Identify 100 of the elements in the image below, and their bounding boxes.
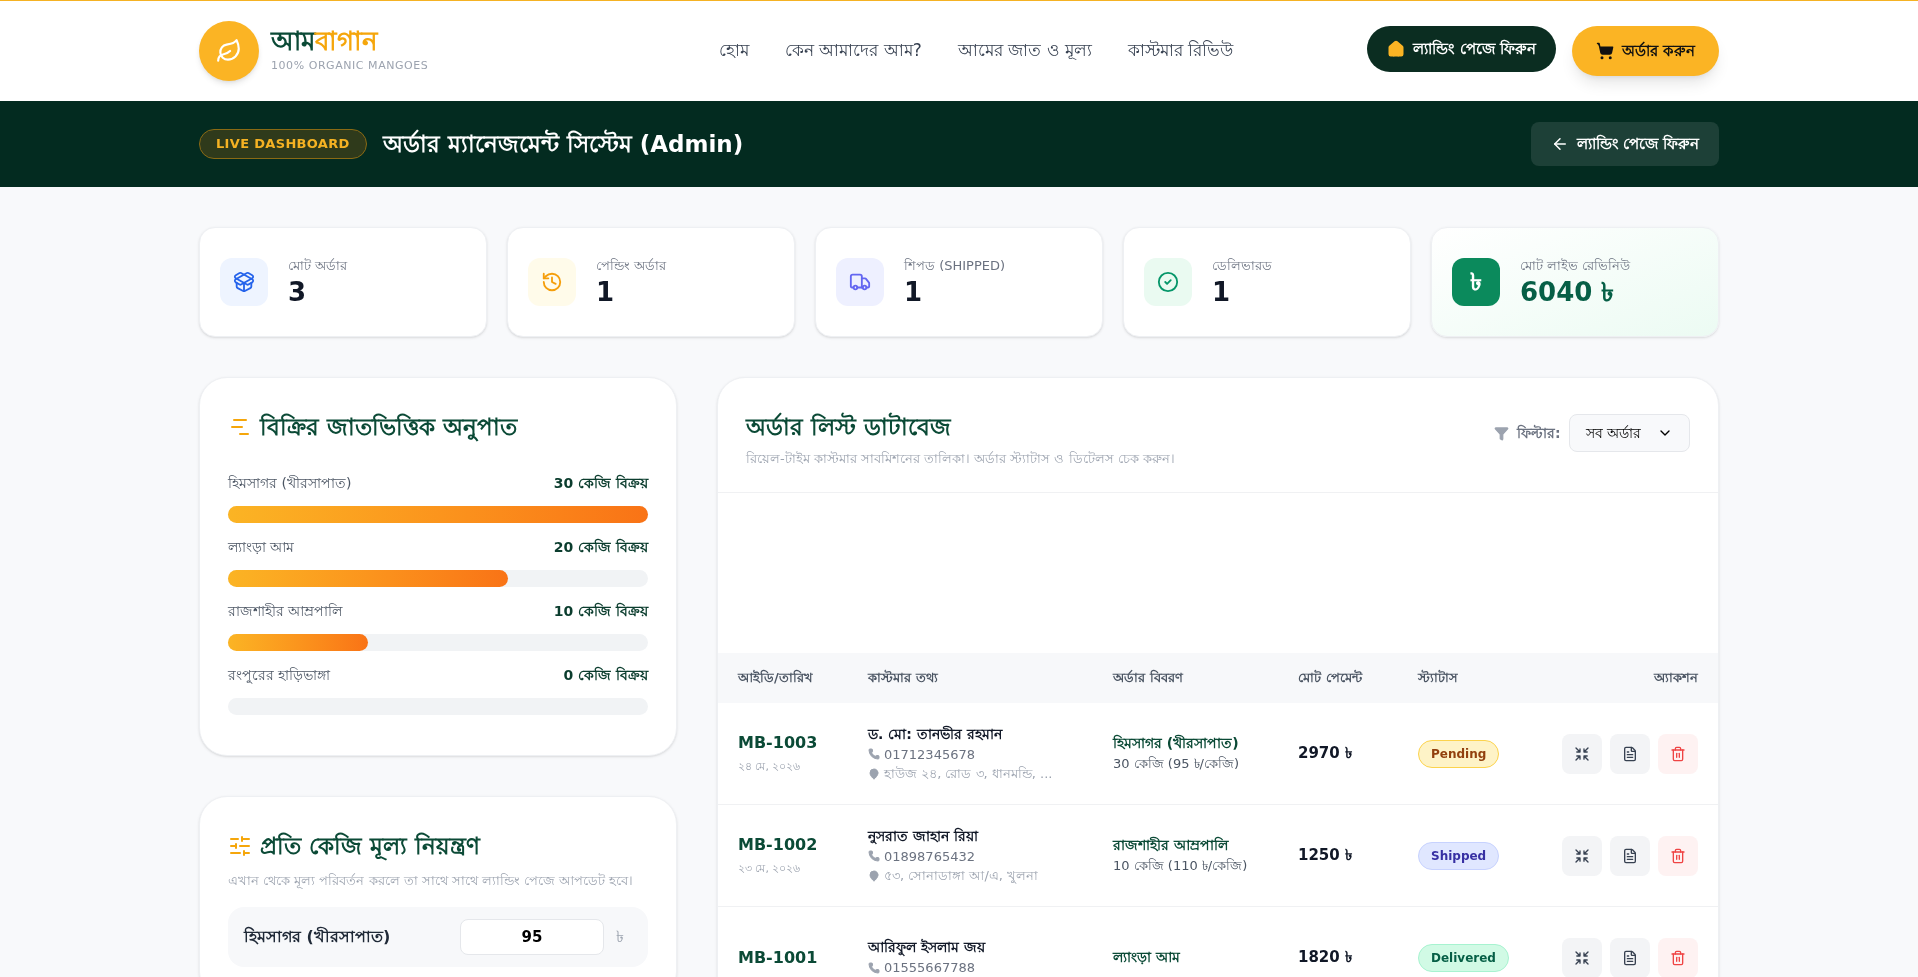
map-pin-icon [868,869,880,882]
filter-label: ফিল্টার: [1516,423,1561,443]
nav-link[interactable]: কেন আমাদের আম? [785,38,922,64]
invoice-button[interactable] [1610,937,1650,977]
back-button[interactable]: ল্যান্ডিং পেজে ফিরুন [1530,122,1719,166]
product-name: ল্যাংড়া আম [1113,948,1182,967]
currency-sign: ৳ [616,925,625,948]
card-description: এখান থেকে মূল্য পরিবর্তন করলে তা সাথে সাথে ল্যান্ডিং পেজে আপডেট হবে। [228,872,635,891]
order-id: MB-1001 [738,946,819,969]
customer-address: হাউজ ২৪, রোড ৩, ধানমন্ডি, ... [884,765,1053,783]
column-header: অ্যাকশন [1652,669,1698,688]
stat-icon [836,258,884,306]
stat-label: মোট অর্ডার [288,257,348,275]
product-name: হিমসাগর (খীরসাপাত) [1113,733,1240,754]
sold-amount: 0 কেজি বিক্রয় [563,665,648,685]
card-title: অর্ডার লিস্ট ডাটাবেজ [746,411,953,442]
stat-icon [220,258,268,306]
customer-name: আরিফুল ইসলাম জয় [868,937,987,958]
variety-name: হিমসাগর (খীরসাপাত) [228,473,352,493]
stat-value: 6040 ৳ [1520,275,1616,308]
nav-link[interactable]: হোম [719,38,749,64]
live-badge: LIVE DASHBOARD [199,129,367,159]
stat-label: পেন্ডিং অর্ডার [596,257,667,275]
variety-name: রংপুরের হাড়িভাঙ্গা [228,665,331,686]
document-icon [1622,847,1638,864]
update-status-button[interactable] [1562,937,1602,977]
order-total: 1250 ৳ [1298,845,1353,867]
column-header: স্ট্যাটাস [1418,668,1459,688]
column-header: অর্ডার বিবরণ [1113,668,1185,688]
status-badge: Pending [1418,739,1500,768]
variety-name: রাজশাহীর আম্রপালি [228,601,343,621]
customer-phone: 01898765432 [884,847,975,866]
phone-icon [868,962,880,974]
stat-label: মোট লাইভ রেভিনিউ [1520,257,1631,275]
update-status-button[interactable] [1562,835,1602,876]
phone-icon [868,850,880,863]
map-pin-icon [868,767,880,780]
sold-amount: 30 কেজি বিক্রয় [553,473,648,493]
filter-dropdown[interactable]: সব অর্ডার [1568,414,1690,452]
delete-button[interactable] [1658,937,1698,977]
order-id: MB-1003 [738,732,819,755]
stat-label: ডেলিভারড [1212,257,1272,275]
update-status-button[interactable] [1562,733,1602,774]
stat-value: 1 [904,275,924,308]
invoice-button[interactable] [1610,733,1650,774]
home-icon [1387,40,1406,58]
status-badge: Delivered [1418,943,1509,972]
customer-phone: 01555667788 [884,959,975,977]
arrows-inward-icon [1574,949,1590,966]
card-title: প্রতি কেজি মূল্য নিয়ন্ত্রণ [260,831,481,863]
order-quantity: 30 কেজি (95 ৳/কেজি) [1113,755,1240,774]
product-name: রাজশাহীর আম্রপালি [1113,835,1230,856]
phone-icon [868,748,880,761]
customer-phone: 01712345678 [884,745,975,764]
card-description: রিয়েল-টাইম কাস্টমার সাবমিশনের তালিকা। অর্ডার স্ট্যাটাস ও ডিটেলস চেক করুন। [746,449,1176,468]
trash-icon [1670,949,1686,966]
variety-name: ল্যাংড়া আম [228,537,295,557]
status-badge: Shipped [1418,841,1500,870]
order-total: 1820 ৳ [1298,947,1353,969]
cart-icon [1595,42,1614,60]
trash-icon [1670,745,1686,762]
document-icon [1622,949,1638,966]
delete-button[interactable] [1658,733,1698,774]
order-button[interactable]: অর্ডার করুন [1571,26,1719,76]
arrows-inward-icon [1574,745,1590,762]
stat-value: 1 [596,275,616,308]
stat-icon [1144,258,1192,306]
order-quantity: 10 কেজি (110 ৳/কেজি) [1113,857,1249,876]
customer-address: ৫৩, সোনাডাঙ্গা আ/এ, খুলনা [884,867,1039,886]
invoice-button[interactable] [1610,835,1650,876]
order-date: ২৩ মে, ২০২৬ [738,861,802,878]
order-total: 2970 ৳ [1298,743,1353,765]
stat-label: শিপড (SHIPPED) [904,257,1006,275]
arrows-inward-icon [1574,847,1590,864]
brand-tagline: 100% ORGANIC MANGOES [271,57,429,74]
delete-button[interactable] [1658,835,1698,876]
landing-page-button[interactable]: ল্যান্ডিং পেজে ফিরুন [1367,26,1556,72]
card-title: বিক্রির জাতভিত্তিক অনুপাত [260,412,517,444]
column-header: কাস্টমার তথ্য [868,668,939,688]
trash-icon [1670,847,1686,864]
nav-link[interactable]: কাস্টমার রিভিউ [1128,38,1234,64]
leaf-logo-icon [199,21,259,81]
nav-link[interactable]: আমের জাত ও মূল্য [957,38,1093,64]
document-icon [1622,745,1638,762]
sliders-icon [228,833,252,858]
brand-name: আমবাগান [271,27,380,54]
customer-name: নুসরাত জাহান রিয়া [868,826,980,846]
filter-icon [1493,425,1509,441]
dashboard-title: অর্ডার ম্যানেজমেন্ট সিস্টেম (Admin) [382,128,745,159]
stat-icon [528,258,576,306]
sold-amount: 20 কেজি বিক্রয় [553,537,648,557]
stat-icon: ৳ [1452,258,1500,306]
order-id: MB-1002 [738,834,819,857]
order-date: ২৪ মে, ২০২৬ [738,759,802,776]
customer-name: ড. মো: তানভীর রহমান [868,724,1004,744]
variety-name: হিমসাগর (খীরসাপাত) [244,925,392,948]
stat-value: 1 [1212,275,1232,308]
price-input[interactable]: 95 [460,918,604,955]
column-header: আইডি/তারিখ [738,668,814,688]
column-header: মোট পেমেন্ট [1298,669,1364,688]
